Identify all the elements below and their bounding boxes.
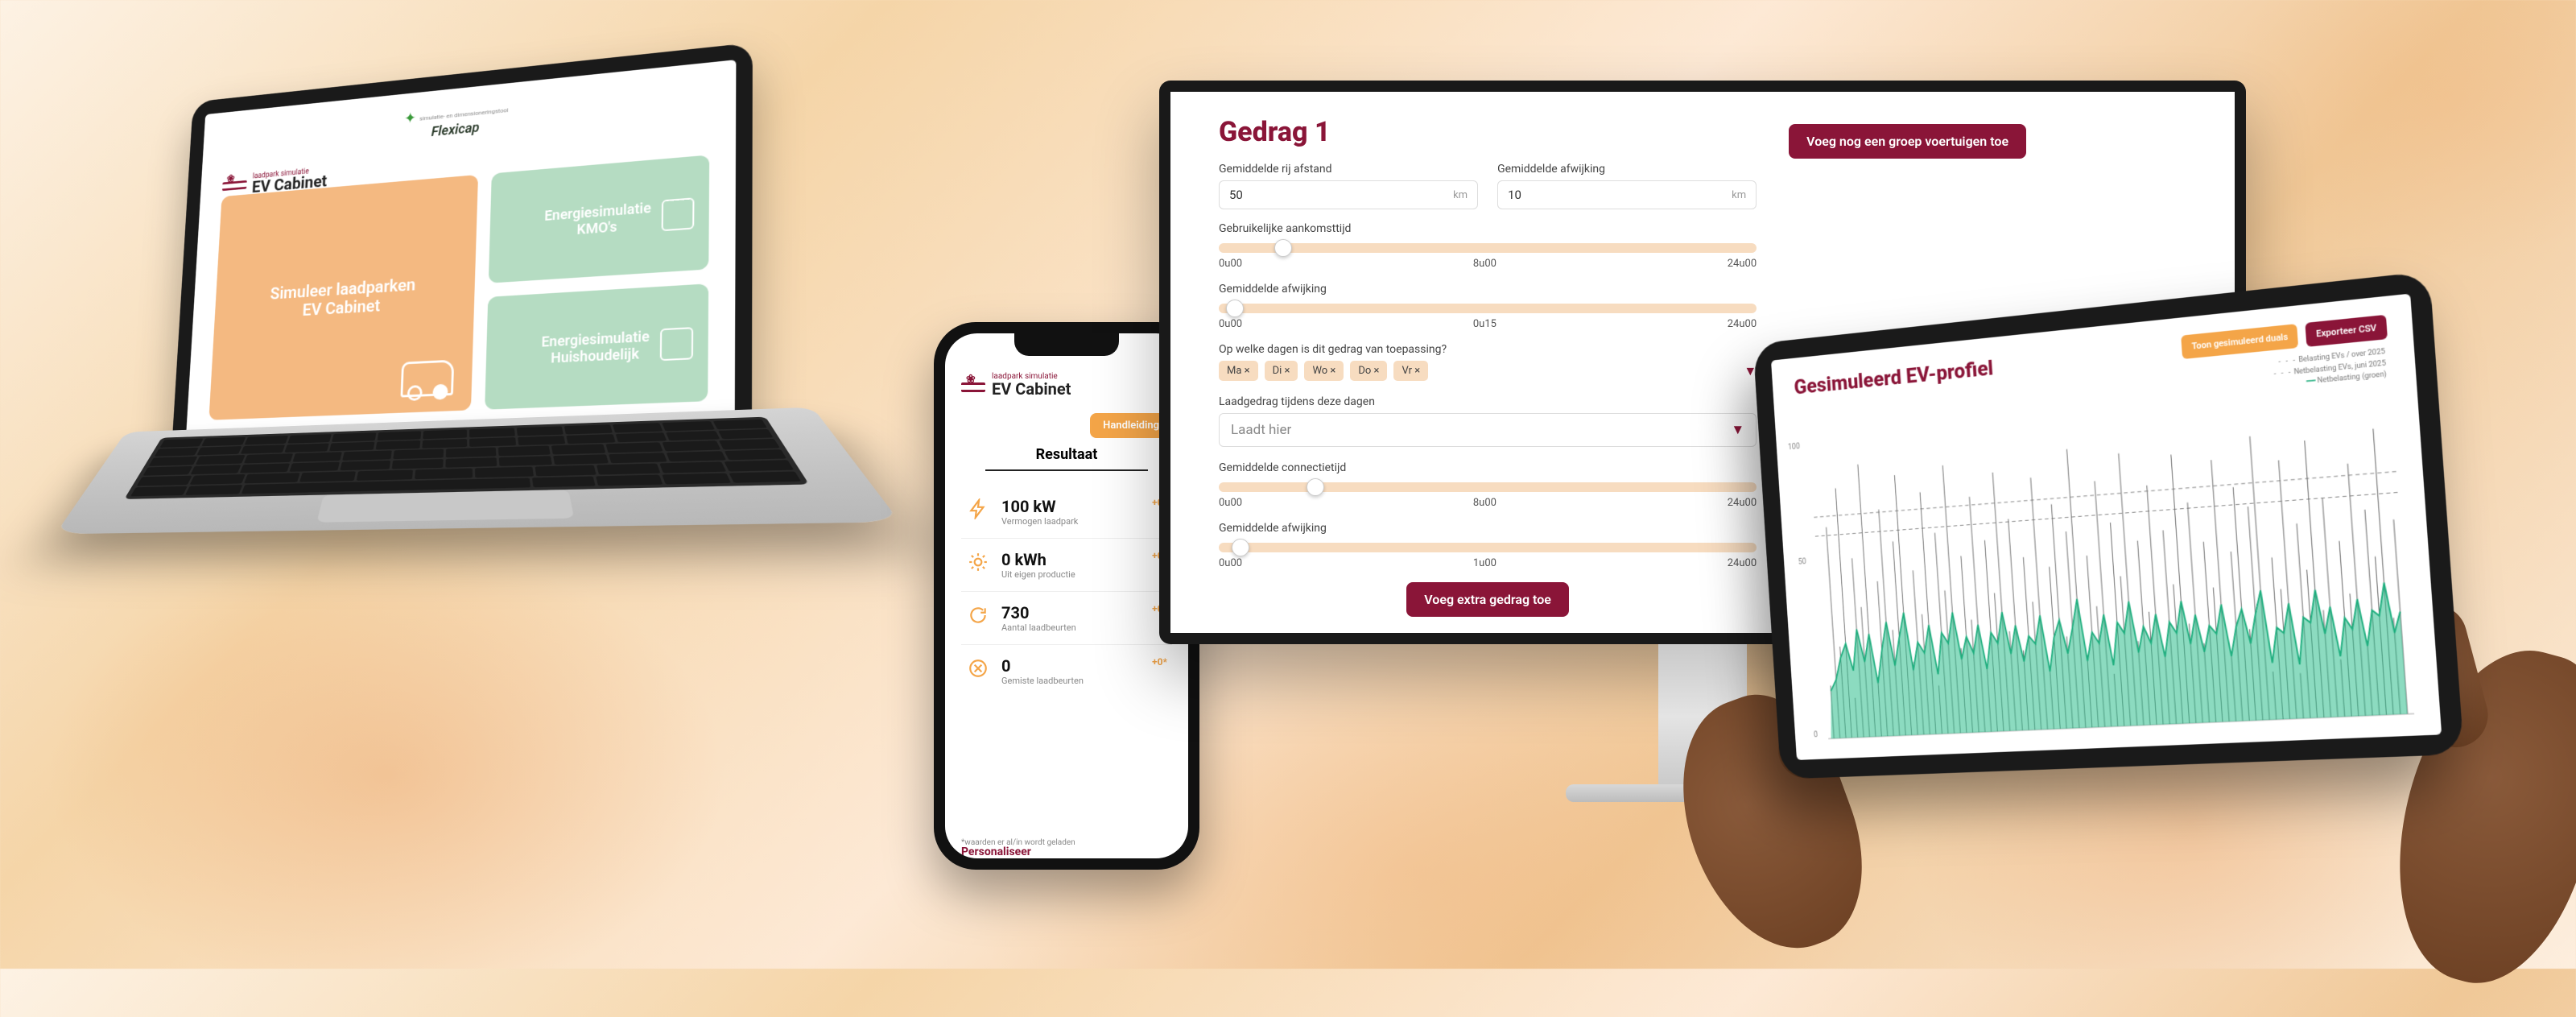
day-chip[interactable]: Ma × — [1219, 361, 1258, 381]
card-title-line2: KMO's — [576, 218, 617, 238]
tick-015: 0u15 — [1473, 318, 1496, 330]
tick-24: 24u00 — [1728, 318, 1757, 330]
phone-screen: ❀ laadpark simulatie EV Cabinet ≡ Handle… — [945, 333, 1188, 858]
tablet-screen: Gesimuleerd EV-profiel Toon gesimuleerd … — [1771, 294, 2442, 760]
keyboard — [124, 417, 809, 499]
sun-icon — [966, 550, 990, 574]
card-energiesimulatie-huishoudelijk[interactable]: Energiesimulatie Huishoudelijk — [485, 283, 708, 409]
arrival-slider[interactable] — [1219, 243, 1757, 253]
distance-unit: km — [1453, 189, 1468, 201]
chevron-down-icon: ▼ — [1731, 422, 1744, 438]
day-chip[interactable]: Di × — [1265, 361, 1298, 381]
distance-input[interactable]: 50 km — [1219, 180, 1478, 209]
day-chip[interactable]: Vr × — [1393, 361, 1428, 381]
charge-label: Laadgedrag tijdens deze dagen — [1219, 395, 1757, 408]
deviation-unit: km — [1732, 189, 1746, 201]
y-tick-0: 0 — [1814, 730, 1818, 739]
arrival-label: Gebruikelijke aankomsttijd — [1219, 222, 1757, 235]
tick-24: 24u00 — [1728, 497, 1757, 509]
metric-label: Aantal laadbeurten — [1001, 622, 1076, 633]
metric-label: Gemiste laadbeurten — [1001, 676, 1084, 686]
deviation2-label: Gemiddelde afwijking — [1219, 283, 1757, 296]
y-tick-50: 50 — [1798, 557, 1807, 566]
tablet-mockup: Gesimuleerd EV-profiel Toon gesimuleerd … — [1753, 271, 2464, 779]
evcabinet-logo: ❀ laadpark simulatie EV Cabinet — [961, 372, 1071, 399]
building-icon — [662, 197, 695, 231]
personalise-link[interactable]: Personaliseer — [961, 845, 1031, 858]
metric-value: 730 — [1001, 603, 1076, 622]
distance-label: Gemiddelde rij afstand — [1219, 163, 1478, 176]
tick-0: 0u00 — [1219, 497, 1242, 509]
deviation2-slider[interactable] — [1219, 304, 1757, 313]
metric-productie: 0 kWh Uit eigen productie +0* — [961, 539, 1172, 592]
metric-laadbeurten: 730 Aantal laadbeurten +0* — [961, 592, 1172, 645]
flexicap-name: Flexicap — [431, 120, 479, 140]
x-circle-icon — [966, 656, 990, 680]
deviation-label: Gemiddelde afwijking — [1497, 163, 1757, 176]
tick-1: 1u00 — [1473, 557, 1496, 569]
laptop-mockup: ✦ simulatie- en dimensioneringstool Flex… — [114, 36, 813, 613]
flexicap-tagline: simulatie- en dimensioneringstool — [419, 107, 509, 122]
tick-8: 8u00 — [1473, 258, 1496, 270]
deviation3-slider[interactable] — [1219, 543, 1757, 552]
laptop-screen: ✦ simulatie- en dimensioneringstool Flex… — [185, 60, 736, 444]
tick-0: 0u00 — [1219, 557, 1242, 569]
deviation3-label: Gemiddelde afwijking — [1219, 522, 1757, 535]
tick-0: 0u00 — [1219, 258, 1242, 270]
metric-vermogen: 100 kW Vermogen laadpark +0* — [961, 486, 1172, 539]
metric-gemist: 0 Gemiste laadbeurten +0* — [961, 645, 1172, 697]
deviation-input[interactable]: 10 km — [1497, 180, 1757, 209]
card-energiesimulatie-kmo[interactable]: Energiesimulatie KMO's — [488, 155, 709, 283]
bolt-icon — [966, 497, 990, 521]
distance-value: 50 — [1229, 188, 1243, 202]
tick-8: 8u00 — [1473, 497, 1496, 509]
tick-24: 24u00 — [1728, 557, 1757, 569]
car-icon — [400, 360, 454, 398]
metric-value: 100 kW — [1001, 497, 1078, 516]
card-simuleer-laadparken[interactable]: Simuleer laadparken EV Cabinet — [208, 175, 477, 420]
y-tick-100: 100 — [1788, 442, 1801, 452]
chart-legend: - - - Belasting EVs / over 2025 - - - Ne… — [2273, 347, 2387, 391]
tick-0: 0u00 — [1219, 318, 1242, 330]
add-behaviour-button[interactable]: Voeg extra gedrag toe — [1406, 582, 1569, 617]
card-title-line2: EV Cabinet — [302, 297, 380, 320]
charge-select[interactable]: Laadt hier ▼ — [1219, 413, 1757, 447]
refresh-icon — [966, 603, 990, 627]
card-title-line2: Huishoudelijk — [551, 345, 639, 366]
metric-value: 0 — [1001, 656, 1084, 676]
trackpad — [316, 490, 574, 523]
tick-24: 24u00 — [1728, 258, 1757, 270]
charge-value: Laadt hier — [1231, 422, 1291, 438]
deviation-value: 10 — [1508, 188, 1521, 202]
ev-profile-chart — [1809, 388, 2414, 740]
page-title: Gedrag 1 — [1219, 116, 1757, 148]
flexicap-logo: ✦ simulatie- en dimensioneringstool Flex… — [403, 99, 509, 143]
day-chip[interactable]: Wo × — [1304, 361, 1344, 381]
metric-label: Vermogen laadpark — [1001, 516, 1078, 527]
conn-slider[interactable] — [1219, 482, 1757, 492]
days-label: Op welke dagen is dit gedrag van toepass… — [1219, 343, 1757, 356]
evcabinet-name: EV Cabinet — [992, 379, 1071, 399]
house-icon — [660, 327, 693, 361]
metric-label: Uit eigen productie — [1001, 569, 1075, 580]
metric-value: 0 kWh — [1001, 550, 1075, 569]
add-vehicle-group-button[interactable]: Voeg nog een groep voertuigen toe — [1789, 124, 2026, 159]
days-selector[interactable]: Ma × Di × Wo × Do × Vr × ▼ — [1219, 361, 1757, 381]
conn-label: Gemiddelde connectietijd — [1219, 461, 1757, 474]
tab-resultaat[interactable]: Resultaat — [985, 446, 1148, 471]
day-chip[interactable]: Do × — [1350, 361, 1387, 381]
